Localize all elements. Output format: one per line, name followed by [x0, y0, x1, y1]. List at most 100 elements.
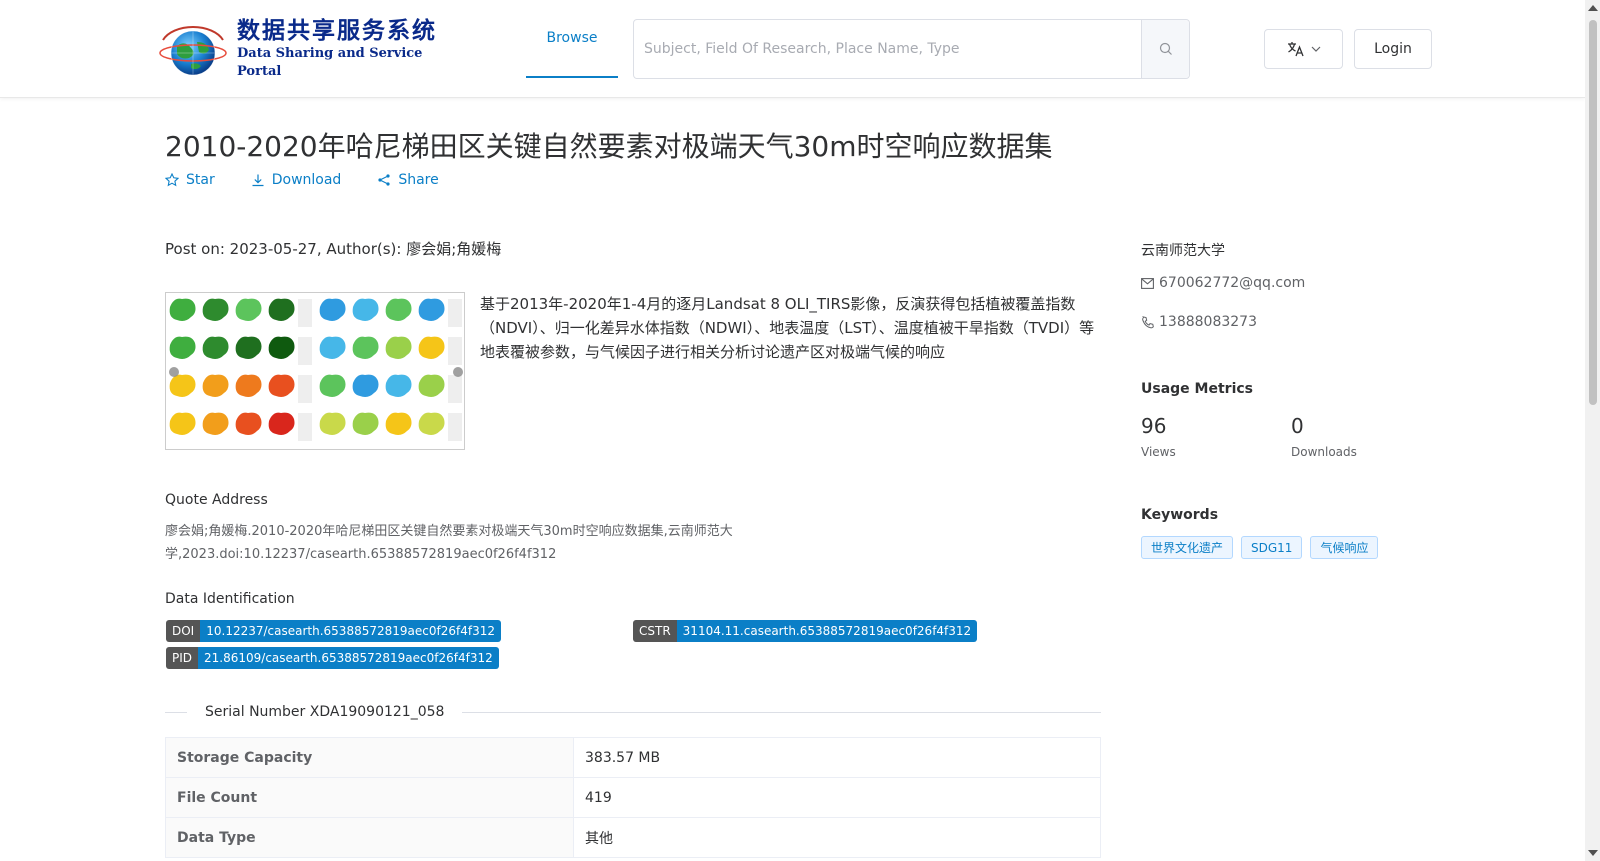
phone-icon [1141, 315, 1154, 328]
spec-value: 其他 [573, 817, 1101, 858]
keyword-tag[interactable]: SDG11 [1241, 536, 1303, 559]
contact-phone[interactable]: 13888083273 [1141, 314, 1257, 330]
pid-tag[interactable]: PID 21.86109/casearth.65388572819aec0f26… [166, 647, 499, 669]
organization-name: 云南师范大学 [1141, 243, 1225, 259]
map-blob [319, 374, 346, 397]
spec-key: Data Type [165, 817, 574, 858]
map-blob [268, 336, 295, 359]
scroll-up-arrow-icon[interactable] [1588, 5, 1598, 11]
map-legend [298, 413, 312, 441]
doi-value: 10.12237/casearth.65388572819aec0f26f4f3… [200, 620, 501, 642]
cstr-key: CSTR [633, 620, 677, 642]
table-row: Data Type 其他 [165, 817, 1101, 858]
spec-value: 383.57 MB [573, 737, 1101, 778]
map-legend [448, 375, 462, 403]
map-blob [385, 412, 412, 435]
scroll-thumb[interactable] [1589, 20, 1597, 405]
page-scrollbar[interactable] [1585, 0, 1600, 861]
map-blob [418, 298, 445, 321]
serial-number-divider: Serial Number XDA19090121_058 [165, 702, 1101, 722]
top-header: 数据共享服务系统 Data Sharing and Service Portal… [0, 0, 1585, 98]
nav-browse[interactable]: Browse [526, 0, 618, 78]
map-legend [448, 337, 462, 365]
download-label: Download [271, 172, 342, 188]
chevron-down-icon [1311, 46, 1320, 52]
map-blob [268, 298, 295, 321]
pid-key: PID [166, 647, 199, 669]
quote-address-text: 廖会娟;角媛梅.2010-2020年哈尼梯田区关键自然要素对极端天气30m时空响… [165, 524, 733, 562]
map-legend [448, 299, 462, 327]
map-legend [298, 299, 312, 327]
doi-tag[interactable]: DOI 10.12237/casearth.65388572819aec0f26… [166, 620, 501, 642]
map-blob [169, 412, 196, 435]
dataset-thumbnail[interactable] [165, 292, 465, 450]
downloads-count: 0 [1291, 414, 1304, 438]
views-metric: 96 Views [1141, 413, 1176, 459]
share-button[interactable]: Share [377, 172, 439, 188]
pid-value: 21.86109/casearth.65388572819aec0f26f4f3… [198, 647, 499, 669]
map-blob [352, 374, 379, 397]
map-blob [418, 412, 445, 435]
keyword-tag[interactable]: 气候响应 [1310, 536, 1379, 559]
spec-key: File Count [165, 777, 574, 818]
spec-table: Storage Capacity 383.57 MB File Count 41… [165, 737, 1101, 858]
map-legend [298, 337, 312, 365]
contact-email[interactable]: 670062772@qq.com [1141, 275, 1305, 291]
cstr-value: 31104.11.casearth.65388572819aec0f26f4f3… [676, 620, 978, 642]
search-button[interactable] [1141, 20, 1189, 78]
dataset-actions: Star Download Share [165, 172, 439, 188]
spec-key: Storage Capacity [165, 737, 574, 778]
star-button[interactable]: Star [165, 172, 215, 188]
star-icon [165, 173, 179, 187]
thumbnail-maps-image [169, 298, 463, 441]
star-label: Star [186, 172, 215, 188]
carousel-dot-icon [453, 367, 463, 377]
map-blob [202, 412, 229, 435]
share-icon [378, 174, 390, 186]
map-blob [202, 374, 229, 397]
globe-logo-icon [153, 20, 233, 78]
login-button[interactable]: Login [1354, 29, 1432, 69]
language-switch-button[interactable] [1264, 29, 1343, 69]
search-input[interactable] [634, 20, 1141, 78]
map-blob [352, 412, 379, 435]
table-row: File Count 419 [165, 777, 1101, 818]
serial-number: Serial Number XDA19090121_058 [205, 704, 445, 720]
data-identification-label: Data Identification [165, 591, 295, 607]
map-legend [298, 375, 312, 403]
map-blob [169, 336, 196, 359]
map-blob [352, 336, 379, 359]
keyword-list: 世界文化遗产 SDG11 气候响应 [1141, 536, 1379, 559]
map-blob [268, 374, 295, 397]
keywords-title: Keywords [1141, 507, 1219, 523]
mail-icon [1141, 277, 1154, 289]
usage-metrics-title: Usage Metrics [1141, 381, 1253, 397]
map-blob [418, 336, 445, 359]
map-blob [385, 336, 412, 359]
search-icon [1159, 42, 1172, 55]
phone-text: 13888083273 [1159, 314, 1257, 330]
spec-value: 419 [573, 777, 1101, 818]
carousel-dot-icon [169, 367, 179, 377]
keyword-tag[interactable]: 世界文化遗产 [1141, 536, 1234, 559]
dataset-description: 基于2013年-2020年1-4月的逐月Landsat 8 OLI_TIRS影像… [480, 295, 1095, 361]
quote-address-label: Quote Address [165, 492, 268, 508]
download-button[interactable]: Download [251, 172, 342, 188]
map-blob [385, 298, 412, 321]
table-row: Storage Capacity 383.57 MB [165, 737, 1101, 778]
map-blob [235, 412, 262, 435]
downloads-label: Downloads [1291, 445, 1357, 459]
cstr-tag[interactable]: CSTR 31104.11.casearth.65388572819aec0f2… [633, 620, 978, 642]
dataset-title: 2010-2020年哈尼梯田区关键自然要素对极端天气30m时空响应数据集 [165, 130, 1053, 163]
map-legend [448, 413, 462, 441]
share-label: Share [398, 172, 439, 188]
map-blob [319, 336, 346, 359]
map-blob [169, 374, 196, 397]
doi-key: DOI [166, 620, 201, 642]
views-label: Views [1141, 445, 1176, 459]
logo-title-cn: 数据共享服务系统 [237, 18, 437, 44]
map-blob [319, 412, 346, 435]
map-blob [268, 412, 295, 435]
site-logo[interactable]: 数据共享服务系统 Data Sharing and Service Portal [153, 18, 443, 80]
scroll-down-arrow-icon[interactable] [1588, 850, 1598, 856]
